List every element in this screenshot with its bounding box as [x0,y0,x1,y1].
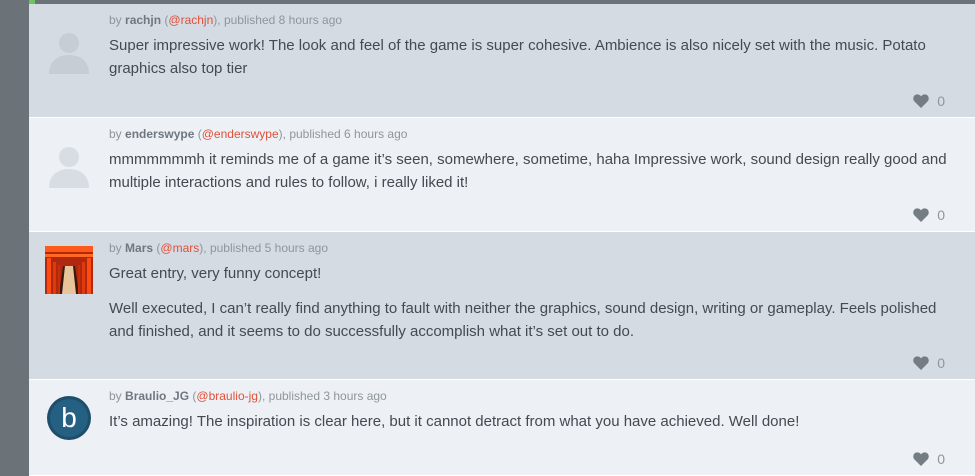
author-link[interactable]: Mars [125,241,153,255]
handle-link[interactable]: @mars [160,241,199,255]
comment-paragraph: Well executed, I can’t really find anyth… [109,300,937,340]
like-button[interactable]: 0 [913,355,945,371]
default-avatar-icon[interactable] [45,26,93,74]
torii-gate-avatar-icon[interactable] [45,246,93,294]
like-button[interactable]: 0 [913,93,945,109]
paren-close: ), [199,241,207,255]
comment-meta: by enderswype (@enderswype), published 6… [109,127,407,141]
like-count: 0 [937,93,945,109]
comment-paragraph: mmmmmmmh it reminds me of a game it’s se… [109,151,947,191]
svg-text:b: b [61,402,77,433]
paren-close: ), [213,13,221,27]
by-label: by [109,389,122,403]
letter-b-avatar-icon[interactable]: b [47,396,91,440]
published-time: published 5 hours ago [209,241,329,255]
comment-item: by Mars (@mars), published 5 hours ago G… [29,232,975,380]
paren-close: ), [278,127,286,141]
comment-item: by rachjn (@rachjn), published 8 hours a… [29,4,975,118]
heart-icon [913,356,929,370]
comment-body: It’s amazing! The inspiration is clear h… [109,410,957,445]
author-link[interactable]: rachjn [125,13,161,27]
by-label: by [109,127,122,141]
like-count: 0 [937,355,945,371]
comment-paragraph: Super impressive work! The look and feel… [109,37,926,77]
heart-icon [913,452,929,466]
comment-meta: by Braulio_JG (@braulio-jg), published 3… [109,389,387,403]
published-time: published 3 hours ago [268,389,387,403]
heart-icon [913,94,929,108]
comment-feed: by rachjn (@rachjn), published 8 hours a… [29,4,975,476]
comment-body: mmmmmmmh it reminds me of a game it’s se… [109,148,957,206]
comment-meta: by Mars (@mars), published 5 hours ago [109,241,328,255]
handle-link[interactable]: @braulio-jg [196,389,258,403]
comment-item: b by Braulio_JG (@braulio-jg), published… [29,380,975,476]
author-link[interactable]: enderswype [125,127,194,141]
published-time: published 6 hours ago [289,127,408,141]
comment-meta: by rachjn (@rachjn), published 8 hours a… [109,13,342,27]
comment-body: Great entry, very funny concept! Well ex… [109,262,957,355]
handle-link[interactable]: @rachjn [168,13,213,27]
default-avatar-icon[interactable] [45,140,93,188]
author-link[interactable]: Braulio_JG [125,389,189,403]
heart-icon [913,208,929,222]
by-label: by [109,13,122,27]
like-count: 0 [937,451,945,467]
comment-item: by enderswype (@enderswype), published 6… [29,118,975,232]
comment-paragraph: Great entry, very funny concept! [109,265,322,282]
like-count: 0 [937,207,945,223]
paren-close: ), [257,389,266,403]
published-time: published 8 hours ago [223,13,343,27]
handle-link[interactable]: @enderswype [202,127,279,141]
like-button[interactable]: 0 [913,451,945,467]
comment-paragraph: It’s amazing! The inspiration is clear h… [109,413,800,430]
comment-body: Super impressive work! The look and feel… [109,34,957,92]
by-label: by [109,241,122,255]
like-button[interactable]: 0 [913,207,945,223]
